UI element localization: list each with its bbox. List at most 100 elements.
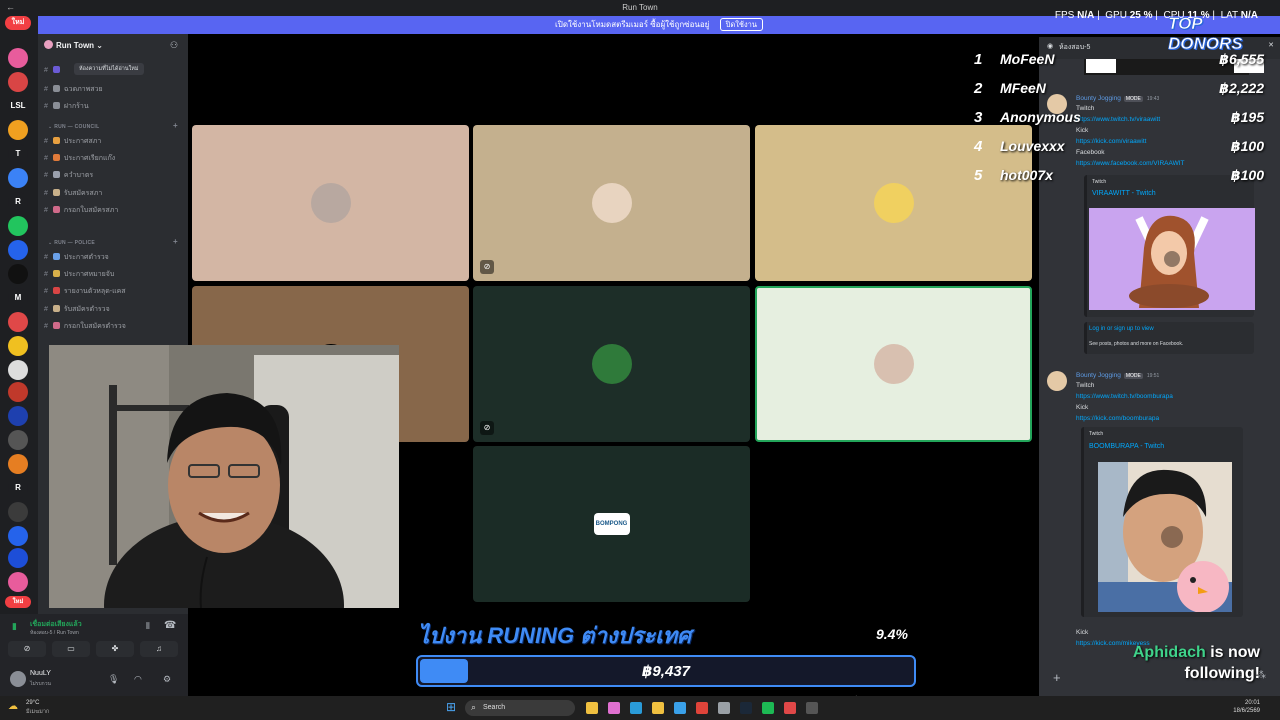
weather-temp[interactable]: 29°C <box>26 700 39 706</box>
server-icon[interactable] <box>8 240 28 260</box>
channel-emoji-icon <box>52 205 60 213</box>
server-icon[interactable]: M <box>8 288 28 308</box>
server-icon[interactable] <box>8 264 28 284</box>
taskbar-search[interactable]: ⌕ Search <box>465 700 575 716</box>
server-icon[interactable] <box>8 336 28 356</box>
server-icon[interactable] <box>8 72 28 92</box>
channel-item[interactable]: # รับสมัครสภา <box>44 188 102 199</box>
channel-item[interactable]: # รับสมัครตำรวจ <box>44 304 110 315</box>
server-icon[interactable] <box>8 216 28 236</box>
facebook-login-link[interactable]: Log in or sign up to view <box>1089 326 1154 332</box>
donor-amount: ฿195 <box>1230 109 1264 125</box>
steam-icon[interactable] <box>740 702 752 714</box>
chrome-icon[interactable] <box>696 702 708 714</box>
copilot-icon[interactable] <box>608 702 620 714</box>
voice-participant-tile[interactable]: ⊘ <box>473 125 750 281</box>
server-icon[interactable] <box>8 406 28 426</box>
headphones-icon[interactable]: ◠ <box>134 674 142 685</box>
server-icon[interactable] <box>8 48 28 68</box>
channel-item[interactable]: # รายงานตัวหลุด-แคส <box>44 286 126 297</box>
settings-icon[interactable] <box>718 702 730 714</box>
server-header[interactable]: Run Town ⌄ <box>44 40 103 50</box>
add-channel-icon[interactable]: + <box>173 121 178 130</box>
channel-item[interactable]: # กรอกใบสมัครตำรวจ <box>44 321 126 332</box>
camera-button[interactable]: ⊘ <box>8 641 46 657</box>
avatar[interactable] <box>10 671 26 687</box>
channel-item[interactable]: # ประกาศสภา <box>44 136 101 147</box>
server-icon[interactable]: R <box>8 478 28 498</box>
channel-item[interactable]: # ควำบาตร <box>44 170 93 181</box>
app-icon[interactable] <box>784 702 796 714</box>
new-badge-bottom[interactable]: ใหม่ <box>5 596 31 608</box>
add-member-icon[interactable]: ⚇ <box>170 40 178 51</box>
edge-icon[interactable] <box>630 702 642 714</box>
obs-icon[interactable] <box>806 702 818 714</box>
voice-participant-tile[interactable]: BOMPONG <box>473 446 750 602</box>
weather-desc[interactable]: มีเมฆมาก <box>26 708 49 716</box>
channel-item[interactable]: # ประกาศเรียกแก๊ง <box>44 153 115 164</box>
server-icon[interactable] <box>8 312 28 332</box>
message-link[interactable]: https://kick.com/viraawitt <box>1076 138 1146 145</box>
add-channel-icon[interactable]: + <box>173 237 178 246</box>
voice-participant-tile[interactable] <box>755 286 1032 442</box>
server-icon[interactable]: T <box>8 144 28 164</box>
message-author[interactable]: Bounty Jogging MODE 19:51 <box>1076 372 1159 379</box>
embed-thumbnail[interactable] <box>1089 208 1255 310</box>
activities-button[interactable]: ✤ <box>96 641 134 657</box>
file-explorer-icon[interactable] <box>586 702 598 714</box>
hash-icon: # <box>44 172 48 180</box>
server-icon[interactable] <box>8 430 28 450</box>
message-link[interactable]: https://www.twitch.tv/viraawitt <box>1076 116 1160 123</box>
embed-title-link[interactable]: VIRAAWITT - Twitch <box>1092 190 1156 197</box>
channel-category[interactable]: ⌄ RUN — COUNCIL + <box>48 121 178 130</box>
folder-icon[interactable] <box>652 702 664 714</box>
server-icon[interactable] <box>8 454 28 474</box>
avatar <box>591 344 632 384</box>
server-icon[interactable] <box>8 360 28 380</box>
embed-title-link[interactable]: BOOMBURAPA - Twitch <box>1089 443 1164 450</box>
screen-share-button[interactable]: ▭ <box>52 641 90 657</box>
settings-gear-icon[interactable]: ⚙ <box>163 674 171 685</box>
server-icon[interactable]: R <box>8 192 28 212</box>
noise-suppression-icon[interactable]: ⫴ <box>146 621 150 632</box>
system-clock[interactable]: 20:01 18/6/2569 <box>1233 699 1260 715</box>
voice-participant-tile[interactable] <box>192 125 469 281</box>
embed-thumbnail[interactable] <box>1098 462 1232 612</box>
channel-item[interactable]: # ประกาศหมายจับ <box>44 269 114 280</box>
server-icon[interactable] <box>8 120 28 140</box>
voice-connection-panel: ▮ เชื่อมต่อเสียงแล้ว ห้องสอบ-5 / Run Tow… <box>0 614 188 664</box>
spotify-icon[interactable] <box>762 702 774 714</box>
channel-item[interactable]: # กรอกใบสมัครสภา <box>44 205 118 216</box>
channel-category[interactable]: ⌄ RUN — POLICE + <box>48 237 178 246</box>
channel-item[interactable]: # ฝากร้าน <box>44 101 89 112</box>
microphone-icon[interactable]: 🎙 <box>108 674 119 685</box>
start-windows-icon[interactable]: ⊞ <box>446 700 456 714</box>
user-name[interactable]: NuuLY <box>30 670 51 677</box>
disable-streamer-mode-button[interactable]: ปิดใช้งาน <box>719 18 763 31</box>
channel-item[interactable]: # ประกาศตำรวจ <box>44 252 109 263</box>
server-icon[interactable] <box>8 526 28 546</box>
server-icon[interactable] <box>8 168 28 188</box>
message-link[interactable]: https://kick.com/boomburapa <box>1076 415 1159 422</box>
voice-participant-tile[interactable]: ⊘ <box>473 286 750 442</box>
server-icon[interactable] <box>8 502 28 522</box>
voice-channel-path[interactable]: ห้องสอบ-5 / Run Town <box>30 629 79 637</box>
disconnect-icon[interactable]: ☎ <box>164 620 176 631</box>
server-icon[interactable] <box>8 548 28 568</box>
server-icon[interactable] <box>8 382 28 402</box>
channel-item[interactable]: # <box>44 66 64 74</box>
message-author[interactable]: Bounty Jogging MODE 19:43 <box>1076 95 1159 102</box>
server-icon[interactable]: LSL <box>8 96 28 116</box>
add-attachment-icon[interactable]: + <box>1053 670 1061 685</box>
avatar[interactable] <box>1047 371 1067 391</box>
unread-tooltip[interactable]: ห้องความที่ไม่ได้อ่านใหม่ <box>74 63 144 75</box>
message-link[interactable]: https://www.facebook.com/VIRAAWIT <box>1076 160 1185 167</box>
store-icon[interactable] <box>674 702 686 714</box>
server-icon[interactable] <box>8 572 28 592</box>
message-link[interactable]: https://www.twitch.tv/boomburapa <box>1076 393 1173 400</box>
new-badge[interactable]: ใหม่ <box>5 16 31 30</box>
weather-icon[interactable]: ☁ <box>8 701 18 712</box>
voice-participant-tile[interactable] <box>755 125 1032 281</box>
soundboard-button[interactable]: ♫ <box>140 641 178 657</box>
channel-item[interactable]: # ฉวดภาพสวย <box>44 84 103 95</box>
